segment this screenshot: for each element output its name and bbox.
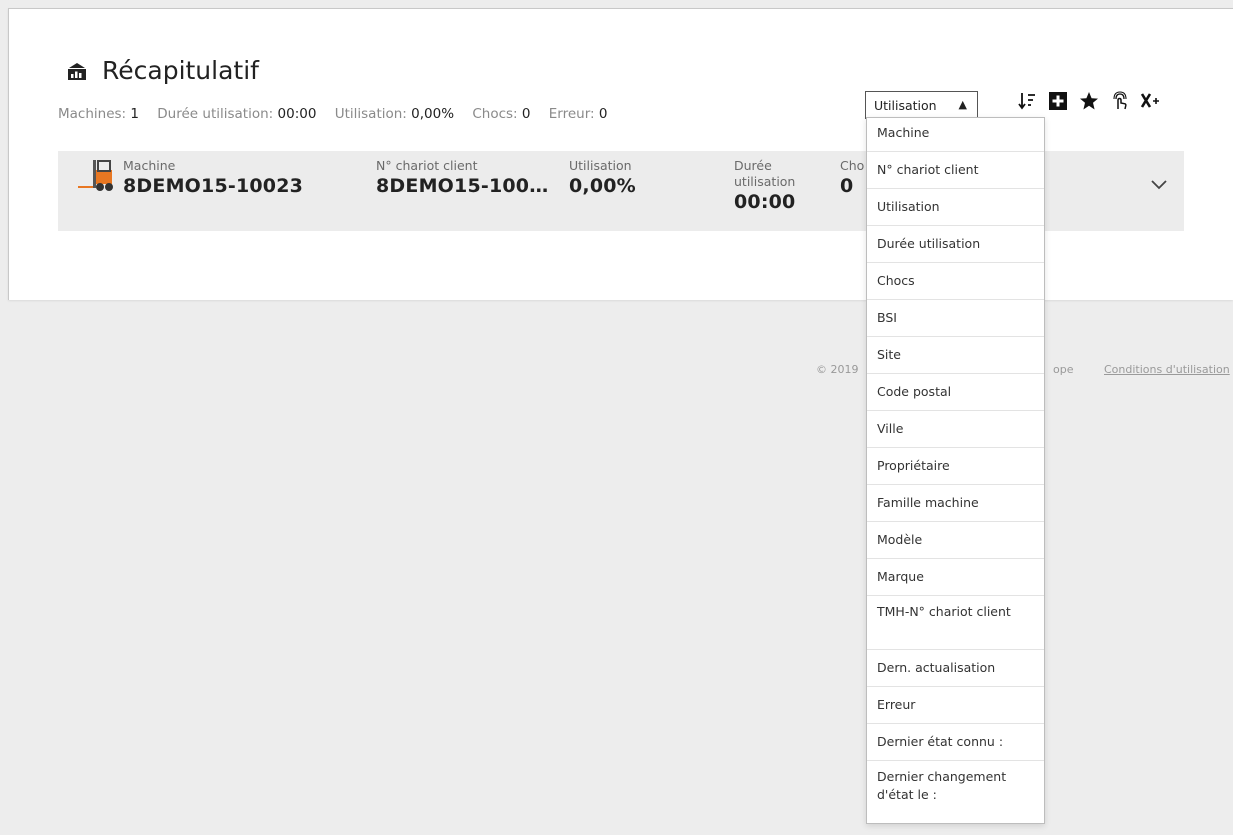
sort-icon[interactable] (1016, 90, 1038, 112)
summary-bar: Machines: 1 Durée utilisation: 00:00 Uti… (58, 106, 608, 122)
utilisation-value: 0,00% (411, 106, 455, 122)
dropdown-option[interactable]: Dernier état connu : (867, 724, 1044, 761)
chocs-value: 0 (521, 106, 531, 122)
chocs-label: Cho (840, 158, 865, 173)
caret-up-icon: ▲ (958, 98, 967, 111)
add-icon[interactable] (1047, 90, 1069, 112)
dropdown-option[interactable]: Durée utilisation (867, 226, 1044, 263)
chariot-value: 8DEMO15-100… (376, 175, 549, 197)
footer-company-tail: ope (1053, 363, 1074, 376)
forklift-icon (78, 160, 113, 191)
dropdown-option[interactable]: Marque (867, 559, 1044, 596)
clear-filter-icon[interactable] (1140, 90, 1162, 112)
chocs-value: 0 (840, 175, 854, 197)
dropdown-option[interactable]: Chocs (867, 263, 1044, 300)
dropdown-option[interactable]: Machine (867, 118, 1044, 152)
chariot-cell: N° chariot client 8DEMO15-100… (376, 158, 548, 198)
dropdown-option[interactable]: Famille machine (867, 485, 1044, 522)
machine-label: Machine (123, 158, 176, 173)
sort-column-dropdown: Machine N° chariot client Utilisation Durée… (866, 117, 1045, 824)
duree-label-1: Durée (734, 158, 772, 173)
dropdown-option[interactable]: N° chariot client (867, 152, 1044, 189)
utilisation-label: Utilisation (569, 158, 632, 173)
hand-touch-icon[interactable] (1109, 90, 1131, 112)
duree-value: 00:00 (734, 191, 796, 213)
duree-label-2: utilisation (734, 174, 796, 189)
dropdown-option[interactable]: Modèle (867, 522, 1044, 559)
dropdown-option[interactable]: BSI (867, 300, 1044, 337)
machines-value: 1 (130, 106, 139, 122)
utilisation-label: Utilisation: (334, 106, 407, 122)
utilisation-value: 0,00% (569, 175, 636, 197)
dropdown-option[interactable]: Site (867, 337, 1044, 374)
dropdown-option[interactable]: Dern. actualisation (867, 650, 1044, 687)
duree-label: Durée utilisation: (157, 106, 274, 122)
footer-terms-link[interactable]: Conditions d'utilisation (1104, 363, 1230, 376)
machine-cell: Machine 8DEMO15-10023 (123, 158, 303, 198)
erreur-value: 0 (598, 106, 608, 122)
dropdown-option[interactable]: Code postal (867, 374, 1044, 411)
sort-column-select[interactable]: Utilisation ▲ (865, 91, 978, 119)
machines-label: Machines: (58, 106, 127, 122)
dropdown-option[interactable]: Erreur (867, 687, 1044, 724)
dropdown-option[interactable]: Utilisation (867, 189, 1044, 226)
dropdown-option[interactable]: TMH-N° chariot client (867, 596, 1044, 650)
erreur-label: Erreur: (548, 106, 595, 122)
page-title: Récapitulatif (102, 56, 259, 85)
duree-cell: Durée utilisation 00:00 (734, 158, 795, 214)
dropdown-option[interactable]: Dernier changement d'état le : (867, 761, 1044, 817)
footer-copyright: © 2019 (816, 363, 859, 376)
dashboard-icon (68, 62, 86, 80)
chevron-down-icon[interactable] (1148, 173, 1170, 195)
dropdown-option[interactable]: Ville (867, 411, 1044, 448)
duree-value: 00:00 (277, 106, 317, 122)
chocs-label: Chocs: (472, 106, 518, 122)
star-icon[interactable] (1078, 90, 1100, 112)
sort-select-value: Utilisation (874, 98, 937, 113)
dropdown-option[interactable]: Propriétaire (867, 448, 1044, 485)
chocs-cell: Cho 0 (840, 158, 864, 198)
page-header: Récapitulatif (66, 56, 259, 85)
machine-value: 8DEMO15-10023 (123, 175, 304, 197)
toolbar (1016, 90, 1162, 112)
utilisation-cell: Utilisation 0,00% (569, 158, 636, 198)
chariot-label: N° chariot client (376, 158, 478, 173)
